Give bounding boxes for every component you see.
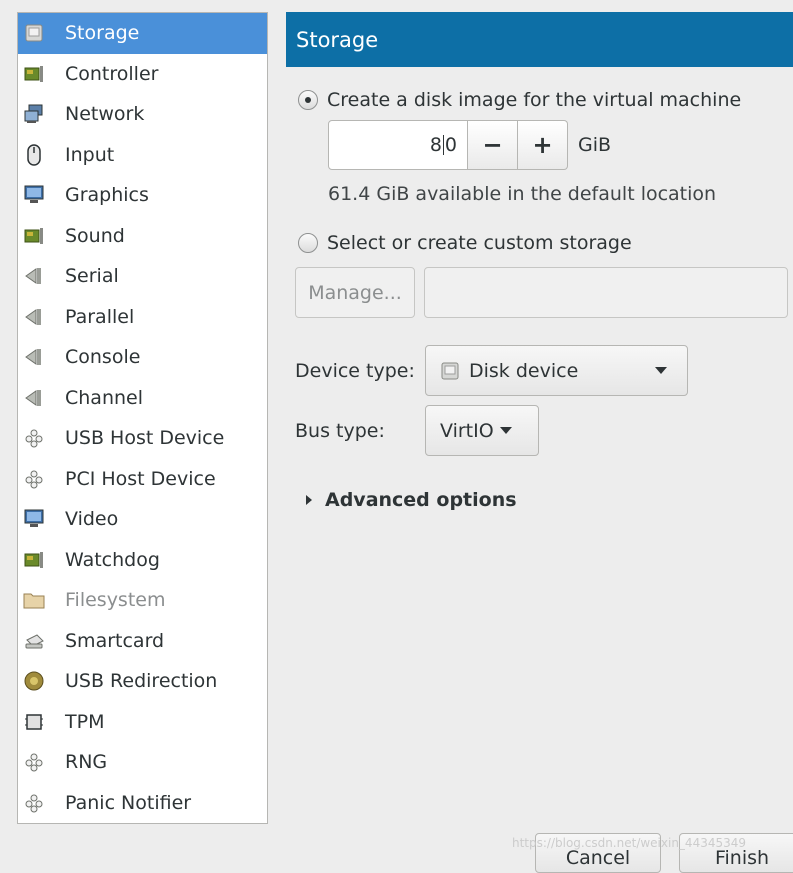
sidebar-item-network[interactable]: Network bbox=[18, 94, 267, 135]
sidebar-item-tpm[interactable]: TPM bbox=[18, 702, 267, 743]
bus-type-label: Bus type: bbox=[295, 420, 385, 442]
sidebar-item-usb-redirection[interactable]: USB Redirection bbox=[18, 661, 267, 702]
sidebar-item-label: Network bbox=[65, 103, 145, 126]
device-type-label: Device type: bbox=[295, 360, 415, 382]
radio-unchecked-indicator[interactable] bbox=[298, 233, 318, 253]
create-disk-image-label: Create a disk image for the virtual mach… bbox=[327, 89, 742, 111]
sidebar-item-label: Watchdog bbox=[65, 548, 160, 571]
smartcard-reader-icon bbox=[23, 630, 45, 652]
page-title: Storage bbox=[286, 12, 793, 67]
sidebar-item-watchdog[interactable]: Watchdog bbox=[18, 540, 267, 581]
disk-size-value-part: 8 bbox=[429, 134, 442, 156]
monitor-icon bbox=[23, 508, 45, 530]
available-space-note: 61.4 GiB available in the default locati… bbox=[328, 183, 717, 205]
sound-card-icon bbox=[23, 225, 45, 247]
usb-device-icon bbox=[23, 427, 45, 449]
sidebar-item-graphics[interactable]: Graphics bbox=[18, 175, 267, 216]
sidebar-item-storage[interactable]: Storage bbox=[18, 13, 267, 54]
network-icon bbox=[23, 103, 45, 125]
disk-size-spinbox[interactable]: 80 − + bbox=[328, 120, 568, 170]
bus-type-value: VirtIO bbox=[440, 419, 494, 442]
pci-device-icon bbox=[23, 468, 45, 490]
tpm-chip-icon bbox=[23, 711, 45, 733]
watermark-text: https://blog.csdn.net/weixin_44345349 bbox=[512, 836, 747, 850]
sidebar-item-label: Parallel bbox=[65, 305, 135, 328]
expander-arrow-icon bbox=[306, 495, 312, 505]
sidebar-item-rng[interactable]: RNG bbox=[18, 742, 267, 783]
sidebar-item-label: USB Redirection bbox=[65, 670, 218, 693]
disk-size-value-part: 0 bbox=[444, 134, 457, 156]
dropdown-arrow-icon bbox=[655, 367, 667, 374]
sidebar-item-filesystem: Filesystem bbox=[18, 580, 267, 621]
sidebar-item-channel[interactable]: Channel bbox=[18, 378, 267, 419]
bus-type-dropdown[interactable]: VirtIO bbox=[425, 405, 539, 456]
size-unit-label: GiB bbox=[578, 134, 612, 156]
sidebar-item-controller[interactable]: Controller bbox=[18, 54, 267, 95]
increment-button[interactable]: + bbox=[518, 120, 568, 170]
mouse-icon bbox=[23, 144, 45, 166]
sidebar-item-label: PCI Host Device bbox=[65, 467, 216, 490]
sidebar-item-usb-host-device[interactable]: USB Host Device bbox=[18, 418, 267, 459]
sidebar-item-smartcard[interactable]: Smartcard bbox=[18, 621, 267, 662]
usb-redirection-icon bbox=[23, 670, 45, 692]
sidebar-item-label: Sound bbox=[65, 224, 125, 247]
decrement-button[interactable]: − bbox=[468, 120, 518, 170]
dropdown-arrow-icon bbox=[499, 427, 512, 434]
sidebar-item-label: Input bbox=[65, 143, 115, 166]
sidebar-item-label: Serial bbox=[65, 265, 119, 288]
sidebar-item-video[interactable]: Video bbox=[18, 499, 267, 540]
sidebar-item-label: Filesystem bbox=[65, 589, 166, 612]
sidebar-item-label: Smartcard bbox=[65, 629, 165, 652]
sidebar-item-label: USB Host Device bbox=[65, 427, 225, 450]
sidebar-item-label: RNG bbox=[65, 751, 108, 774]
sidebar-item-parallel[interactable]: Parallel bbox=[18, 297, 267, 338]
sidebar-item-label: Storage bbox=[65, 22, 140, 45]
disk-size-input[interactable]: 80 bbox=[328, 120, 468, 170]
serial-port-icon bbox=[23, 265, 45, 287]
custom-storage-label: Select or create custom storage bbox=[327, 232, 632, 254]
sidebar-item-label: Video bbox=[65, 508, 119, 531]
sidebar-item-label: Graphics bbox=[65, 184, 149, 207]
sidebar-item-panic-notifier[interactable]: Panic Notifier bbox=[18, 783, 267, 824]
sidebar-item-console[interactable]: Console bbox=[18, 337, 267, 378]
sidebar-item-label: Console bbox=[65, 346, 141, 369]
advanced-options-label: Advanced options bbox=[325, 489, 517, 511]
device-type-dropdown[interactable]: Disk device bbox=[425, 345, 688, 396]
panic-notifier-icon bbox=[23, 792, 45, 814]
channel-port-icon bbox=[23, 387, 45, 409]
parallel-port-icon bbox=[23, 306, 45, 328]
rng-device-icon bbox=[23, 751, 45, 773]
sidebar-item-serial[interactable]: Serial bbox=[18, 256, 267, 297]
monitor-icon bbox=[23, 184, 45, 206]
disk-icon bbox=[441, 362, 459, 380]
device-type-value: Disk device bbox=[469, 359, 579, 382]
sidebar-item-label: Panic Notifier bbox=[65, 791, 192, 814]
radio-checked-indicator[interactable] bbox=[298, 90, 318, 110]
controller-card-icon bbox=[23, 63, 45, 85]
hardware-list[interactable]: Storage Controller Network Input Graphic… bbox=[17, 12, 268, 824]
folder-icon bbox=[23, 589, 45, 611]
sidebar-item-sound[interactable]: Sound bbox=[18, 216, 267, 257]
console-port-icon bbox=[23, 346, 45, 368]
sidebar-item-label: Controller bbox=[65, 62, 159, 85]
custom-storage-path-input[interactable] bbox=[424, 267, 788, 318]
custom-storage-radio[interactable]: Select or create custom storage bbox=[298, 232, 632, 254]
sidebar-item-label: TPM bbox=[65, 710, 105, 733]
manage-button[interactable]: Manage... bbox=[295, 267, 415, 318]
sidebar-item-input[interactable]: Input bbox=[18, 135, 267, 176]
sidebar-item-label: Channel bbox=[65, 386, 144, 409]
watchdog-card-icon bbox=[23, 549, 45, 571]
text-cursor bbox=[442, 135, 444, 155]
create-disk-image-radio[interactable]: Create a disk image for the virtual mach… bbox=[298, 89, 741, 111]
disk-icon bbox=[23, 22, 45, 44]
advanced-options-expander[interactable]: Advanced options bbox=[306, 489, 517, 511]
sidebar-item-pci-host-device[interactable]: PCI Host Device bbox=[18, 459, 267, 500]
